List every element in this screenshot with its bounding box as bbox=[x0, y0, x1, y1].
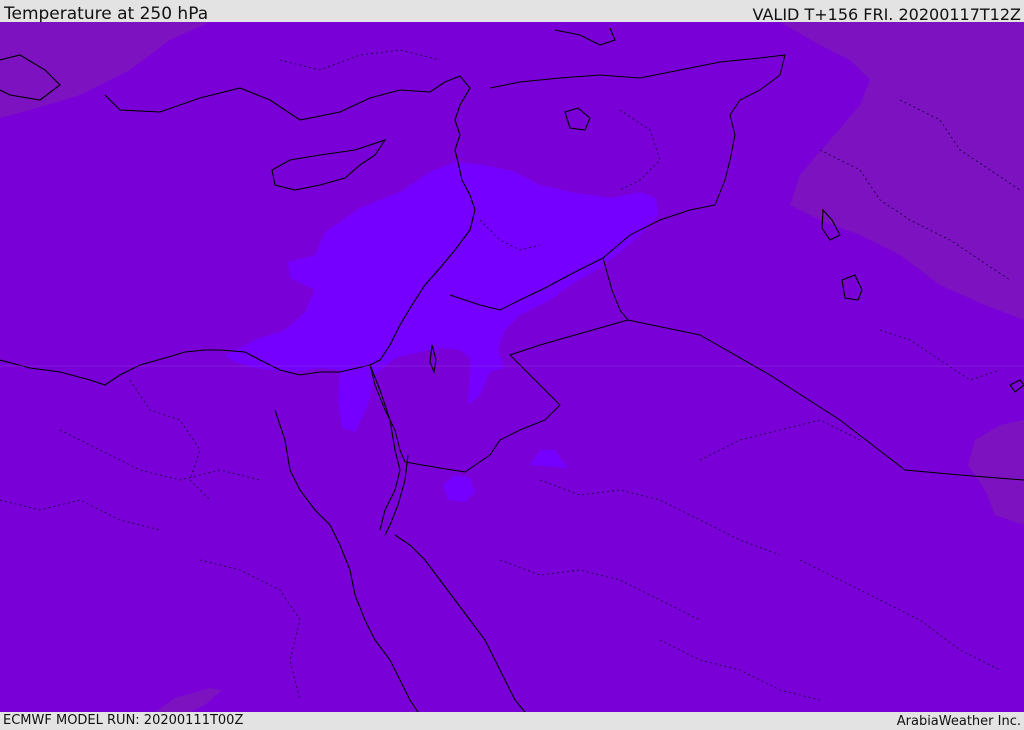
header-bar: Temperature at 250 hPa VALID T+156 FRI. … bbox=[0, 0, 1024, 24]
credit: ArabiaWeather Inc. bbox=[896, 714, 1021, 729]
temperature-map bbox=[0, 22, 1024, 712]
model-run: ECMWF MODEL RUN: 20200111T00Z bbox=[3, 713, 244, 728]
